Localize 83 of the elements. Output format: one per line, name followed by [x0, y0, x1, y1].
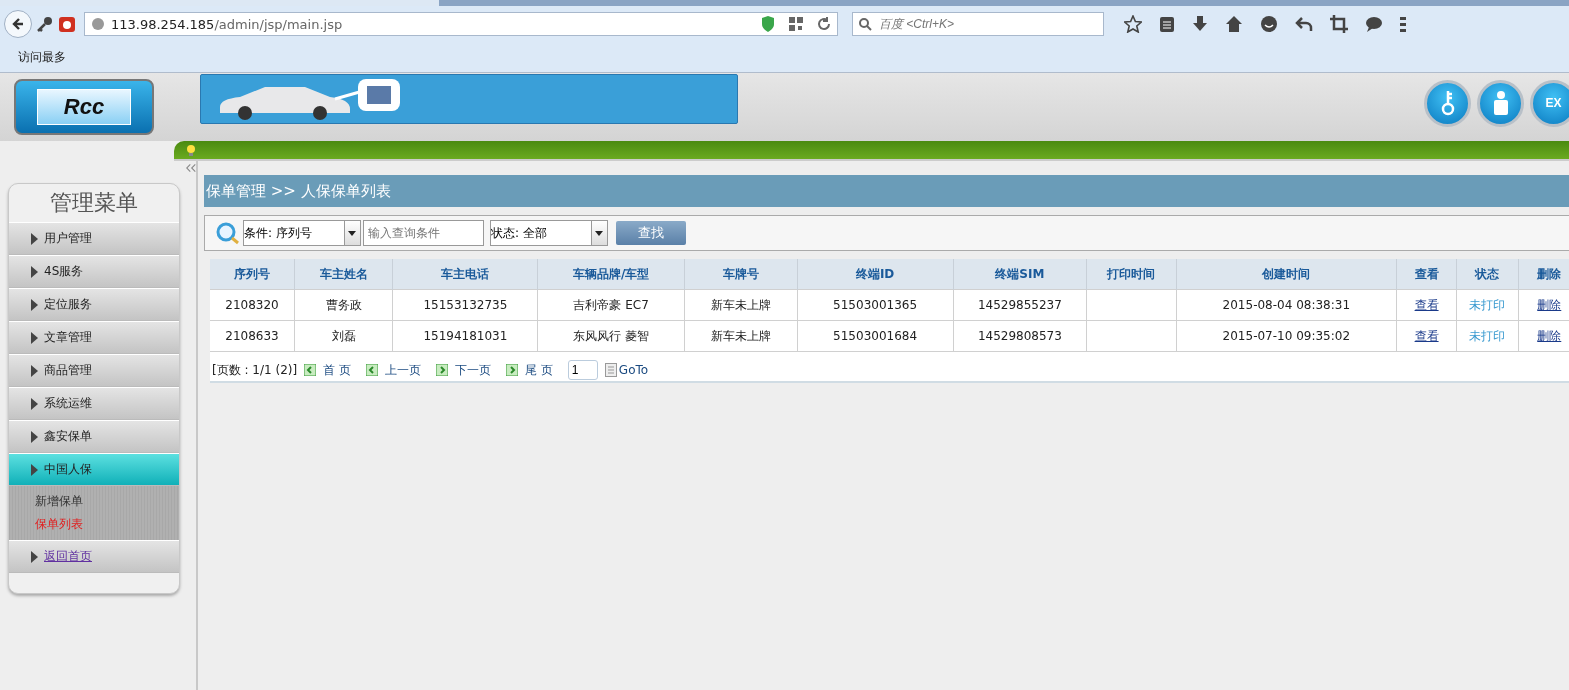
table-cell: 51503001684	[797, 320, 953, 352]
table-cell: 2015-08-04 08:38:31	[1176, 289, 1397, 321]
submenu-item[interactable]: 新增保单	[9, 490, 83, 513]
menu-icon[interactable]	[1400, 16, 1406, 32]
search-field[interactable]: 百度 <Ctrl+K>	[852, 12, 1104, 36]
next-page-icon[interactable]	[436, 364, 448, 376]
page-field[interactable]: 1	[567, 360, 598, 380]
download-icon[interactable]	[1192, 15, 1208, 33]
menu-item[interactable]: 定位服务	[9, 288, 179, 321]
shield-icon	[761, 16, 775, 32]
column-header: 删除	[1518, 259, 1569, 290]
table-cell: 15194181031	[393, 320, 538, 352]
table-cell: 15153132735	[393, 289, 538, 321]
column-header: 终端ID	[797, 259, 953, 290]
column-header: 终端SIM	[953, 259, 1087, 290]
column-header: 创建时间	[1176, 259, 1397, 290]
table-cell: 刘磊	[294, 320, 393, 352]
lightbulb-icon	[186, 144, 196, 156]
column-header: 状态	[1456, 259, 1519, 290]
table-cell: 新车未上牌	[684, 320, 798, 352]
smiley-icon[interactable]	[1260, 15, 1278, 33]
table-cell: 14529808573	[953, 320, 1087, 352]
table-cell: 吉利帝豪 EC7	[537, 289, 685, 321]
back-button[interactable]	[4, 10, 32, 38]
key-icon	[36, 15, 54, 33]
table-cell: 2108633	[210, 320, 295, 352]
menu-item[interactable]: 系统运维	[9, 387, 179, 420]
column-header: 车辆品牌/车型	[537, 259, 685, 290]
table-cell: 51503001365	[797, 289, 953, 321]
first-page-link[interactable]: 首 页	[323, 361, 351, 379]
table-cell: 东风风行 菱智	[537, 320, 685, 352]
address-bar[interactable]: 113.98.254.185/admin/jsp/main.jsp	[84, 12, 838, 36]
speech-bubble-icon[interactable]	[1365, 15, 1383, 33]
collapse-icon[interactable]	[186, 163, 196, 173]
menu-item[interactable]: 文章管理	[9, 321, 179, 354]
page-info: [页数 : 1/1 (2)]	[212, 361, 298, 379]
goto-button[interactable]: GoTo	[618, 363, 649, 377]
previous-page-link[interactable]: 上一页	[385, 361, 421, 379]
column-header: 车主电话	[393, 259, 538, 290]
column-header: 序列号	[210, 259, 295, 290]
menu-item[interactable]: 中国人保	[9, 453, 179, 486]
table-cell: 曹务政	[294, 289, 393, 321]
key-button[interactable]	[1424, 79, 1471, 127]
qr-code-icon[interactable]	[789, 17, 803, 31]
query-field[interactable]: 输入查询条件	[363, 220, 484, 246]
previous-page-icon[interactable]	[366, 364, 378, 376]
table-cell: 新车未上牌	[684, 289, 798, 321]
table-cell: 2015-07-10 09:35:02	[1176, 320, 1397, 352]
undo-icon[interactable]	[1295, 15, 1313, 33]
table-cell: 14529855237	[953, 289, 1087, 321]
last-page-icon[interactable]	[506, 364, 518, 376]
column-header: 查看	[1396, 259, 1457, 290]
menu-item[interactable]: 商品管理	[9, 354, 179, 387]
breadcrumb: 保单管理 >> 人保保单列表	[204, 175, 1569, 207]
menu-title: 管理菜单	[49, 189, 139, 217]
user-button[interactable]	[1477, 79, 1524, 127]
next-page-link[interactable]: 下一页	[455, 361, 491, 379]
view-link[interactable]: 查看	[1414, 297, 1439, 312]
clipboard-icon[interactable]	[1159, 15, 1175, 33]
crop-icon[interactable]	[1330, 15, 1348, 33]
home-link[interactable]: 返回首页	[9, 540, 179, 573]
menu-item[interactable]: 4S服务	[9, 255, 179, 288]
user-icon	[1491, 90, 1510, 116]
menu-item[interactable]: 用户管理	[9, 222, 179, 255]
view-link[interactable]: 查看	[1414, 328, 1439, 343]
condition-dropdown[interactable]: 条件: 序列号	[243, 220, 361, 246]
home-icon[interactable]	[1225, 15, 1243, 33]
key-icon	[1440, 90, 1455, 116]
back-arrow-icon	[10, 16, 26, 32]
reload-icon[interactable]	[817, 17, 831, 31]
column-header: 车牌号	[684, 259, 798, 290]
first-page-icon[interactable]	[304, 364, 317, 376]
last-page-link[interactable]: 尾 页	[525, 361, 553, 379]
column-header: 打印时间	[1086, 259, 1177, 290]
menu-item[interactable]: 鑫安保单	[9, 420, 179, 453]
column-header: 车主姓名	[294, 259, 393, 290]
document-icon	[604, 363, 617, 377]
bookmark-link[interactable]: 访问最多	[18, 48, 66, 66]
logo-button[interactable]: Rcc	[14, 79, 154, 135]
status-dropdown[interactable]: 状态: 全部	[490, 220, 608, 246]
search-icon	[215, 221, 241, 245]
table-cell: 2108320	[210, 289, 295, 321]
star-icon[interactable]	[1124, 15, 1142, 33]
